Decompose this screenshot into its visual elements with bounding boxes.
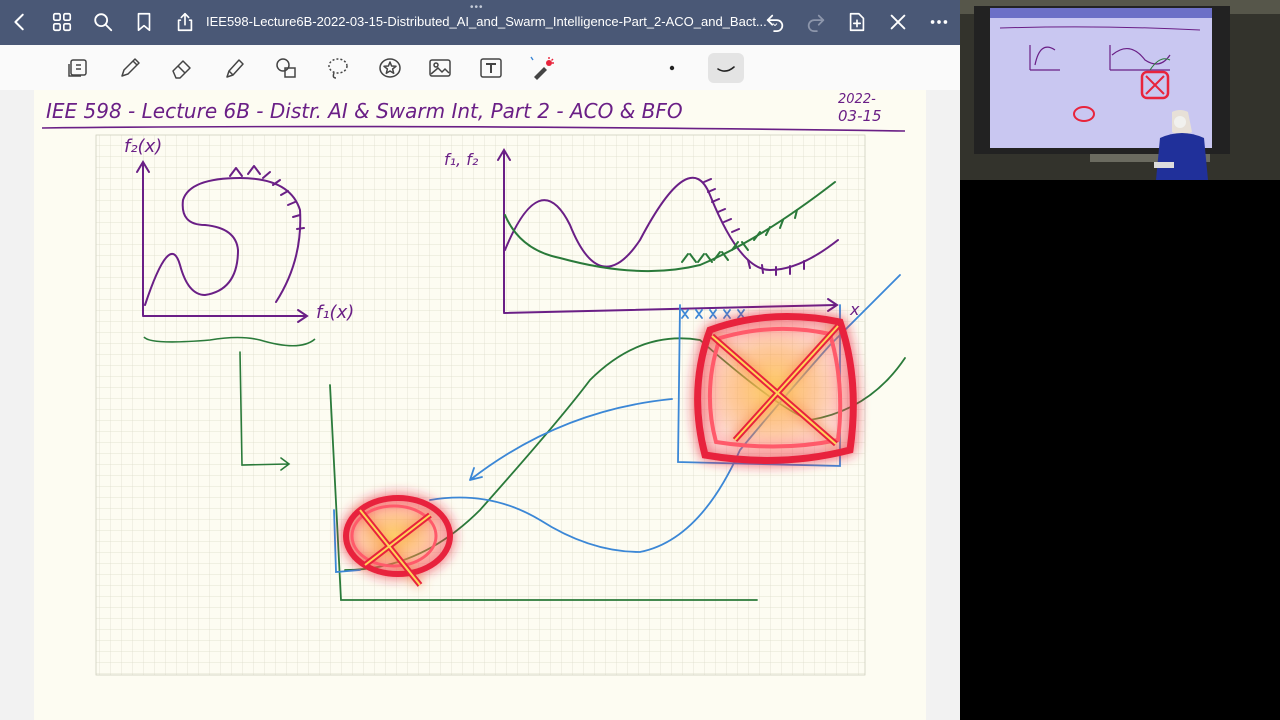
trail-style-icon[interactable] [708,53,744,83]
date-line-2: 03-15 [838,107,882,125]
grid-icon[interactable] [48,8,76,36]
highlighter-icon[interactable] [218,53,250,83]
search-icon[interactable] [89,8,117,36]
title-bar: ••• IEE598-Lecture6B-2022-03-15-Distribu… [0,0,960,45]
add-page-icon[interactable] [843,8,871,36]
notes-app: ••• IEE598-Lecture6B-2022-03-15-Distribu… [0,0,960,720]
canvas-area[interactable]: IEE 598 - Lecture 6B - Distr. AI & Swarm… [0,90,960,720]
share-icon[interactable] [171,8,199,36]
classroom-video [960,0,1280,180]
window-grabber[interactable]: ••• [470,2,484,13]
eraser-icon[interactable] [166,53,198,83]
pen-icon[interactable] [114,53,146,83]
lecture-title-ink: IEE 598 - Lecture 6B - Distr. AI & Swarm… [46,99,683,123]
laser-highlight-large [694,313,857,464]
date-line-1: 2022- [838,92,876,107]
more-icon[interactable] [925,8,953,36]
redo-icon[interactable] [802,8,830,36]
undo-icon[interactable] [761,8,789,36]
document-title[interactable]: IEE598-Lecture6B-2022-03-15-Distributed_… [206,14,780,29]
close-icon[interactable] [884,8,912,36]
lasso-icon[interactable] [62,53,94,83]
sticker-icon[interactable] [374,53,406,83]
bookmark-icon[interactable] [130,8,158,36]
note-page[interactable]: IEE 598 - Lecture 6B - Distr. AI & Swarm… [0,90,960,720]
laser-pointer-icon[interactable] [527,53,559,83]
f1-f2-label: f₁, f₂ [444,150,479,169]
drawing-toolbar [0,45,960,91]
image-icon[interactable] [424,53,456,83]
text-icon[interactable] [475,53,507,83]
f2-axis-label: f₂(x) [124,136,162,157]
dot-style-icon[interactable] [656,53,688,83]
back-icon[interactable] [6,8,34,36]
f1-axis-label: f₁(x) [316,302,354,323]
camera-feed [960,0,1280,720]
lasso-select-icon[interactable] [322,53,354,83]
shapes-icon[interactable] [270,53,302,83]
presenter [1156,133,1208,180]
